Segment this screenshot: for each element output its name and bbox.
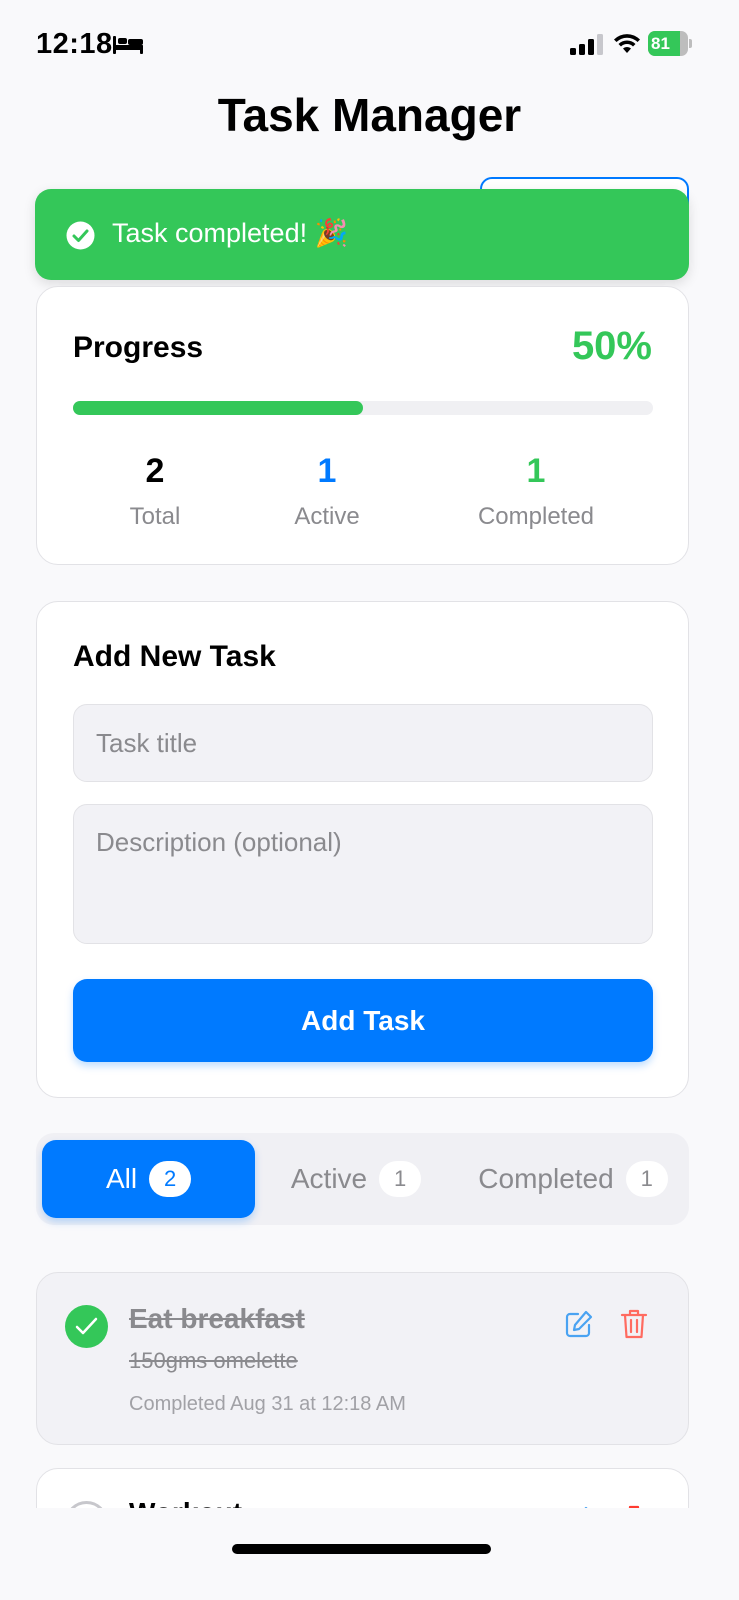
stat-total: 2 Total: [117, 451, 193, 531]
page-title: Task Manager: [217, 89, 522, 141]
task-title: Eat breakfast: [129, 1303, 305, 1334]
stat-total-label: Total: [129, 503, 181, 530]
task-description: 150gms omelette: [129, 1348, 298, 1373]
check-circle-icon: [66, 221, 95, 250]
tab-all[interactable]: All 2: [42, 1140, 255, 1218]
battery-level: 81: [651, 34, 670, 53]
wifi-icon: [614, 34, 640, 53]
task-description-input[interactable]: [73, 804, 653, 944]
tab-completed-label: Completed: [478, 1163, 614, 1194]
status-bar: 12:18 81: [0, 0, 739, 90]
task-title-input[interactable]: [73, 704, 653, 782]
tab-active-label: Active: [290, 1163, 368, 1194]
cellular-signal-icon: [570, 34, 603, 55]
toast-message: Task completed! 🎉: [112, 218, 349, 248]
tab-active[interactable]: Active 1: [281, 1140, 431, 1218]
stat-active: 1 Active: [277, 451, 377, 531]
add-task-heading: Add New Task: [73, 640, 276, 673]
progress-bar: [73, 401, 653, 415]
stat-completed-value: 1: [526, 452, 546, 490]
add-task-button[interactable]: Add Task: [73, 979, 653, 1062]
edit-icon[interactable]: [564, 1309, 594, 1339]
stat-completed: 1 Completed: [462, 451, 610, 531]
tab-all-label: All: [105, 1163, 138, 1194]
tab-active-count: 1: [379, 1161, 422, 1197]
task-item[interactable]: Eat breakfast 150gms omelette Completed …: [36, 1272, 689, 1445]
tab-all-count: 2: [149, 1161, 192, 1197]
task-completed-timestamp: Completed Aug 31 at 12:18 AM: [129, 1393, 406, 1415]
trash-icon[interactable]: [620, 1308, 648, 1340]
filter-tabs: All 2 Active 1 Completed 1: [36, 1133, 689, 1225]
bed-icon: [113, 36, 143, 54]
stat-active-value: 1: [317, 452, 337, 490]
progress-percent: 50%: [571, 324, 652, 368]
battery-charging-icon: 81: [648, 31, 692, 56]
checkmark-icon: [75, 1317, 98, 1335]
add-task-card: Add New Task Add Task: [36, 601, 689, 1098]
progress-label: Progress: [73, 331, 204, 364]
stat-completed-label: Completed: [477, 503, 595, 530]
progress-bar-fill: [73, 401, 363, 415]
status-time: 12:18: [36, 28, 113, 60]
home-indicator[interactable]: [232, 1544, 491, 1554]
tab-completed[interactable]: Completed 1: [468, 1140, 678, 1218]
task-complete-checkbox[interactable]: [65, 1305, 108, 1348]
tab-completed-count: 1: [625, 1161, 668, 1197]
bottom-safe-area: [0, 1508, 739, 1600]
progress-card: Progress 50% 2 Total 1 Active 1 Complete…: [36, 286, 689, 565]
toast-notification[interactable]: Task completed! 🎉: [35, 189, 689, 280]
stat-total-value: 2: [145, 452, 165, 490]
stat-active-label: Active: [294, 503, 360, 530]
